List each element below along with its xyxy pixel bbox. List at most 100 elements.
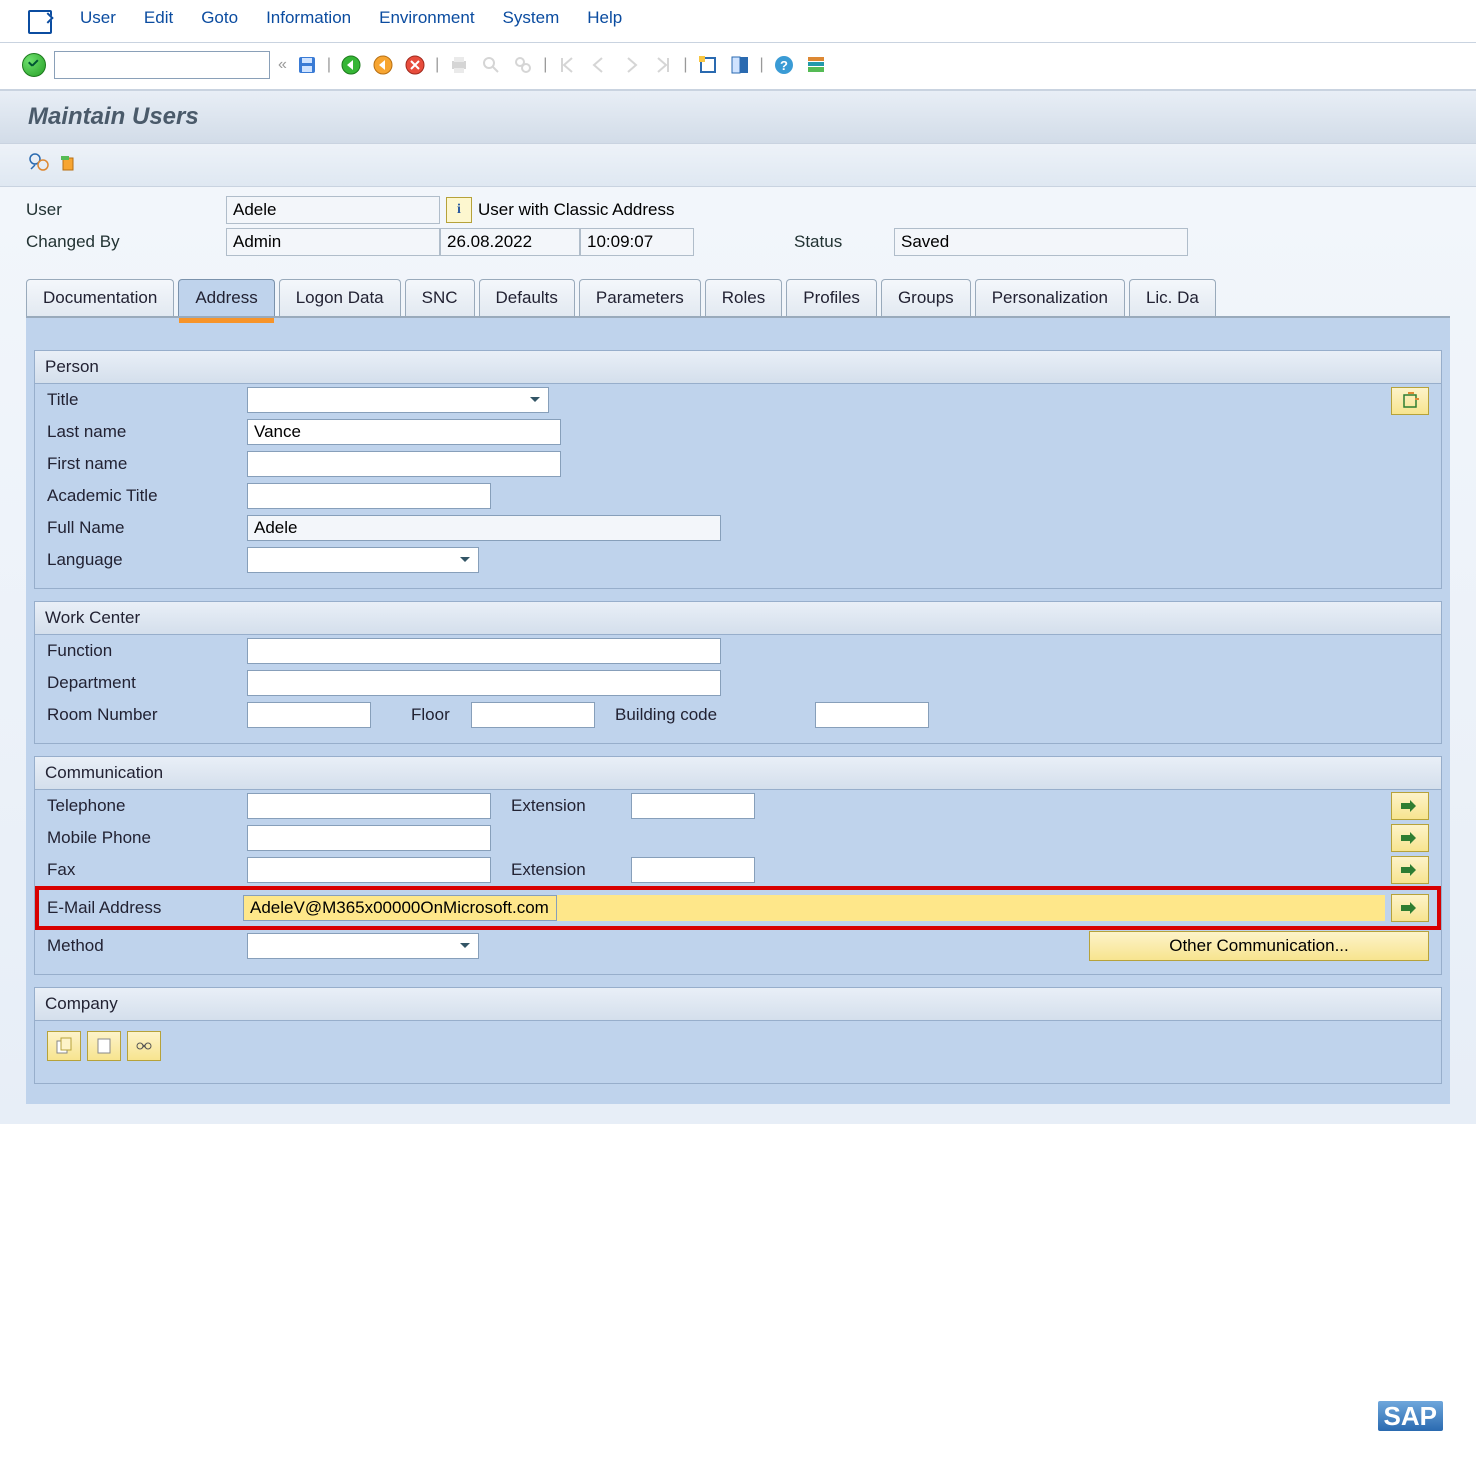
method-select[interactable] [247,933,479,959]
toolbar-sep: | [760,56,764,74]
generate-shortcut-icon[interactable] [728,53,752,77]
help-icon[interactable]: ? [772,53,796,77]
find-icon [479,53,503,77]
menu-environment[interactable]: Environment [379,8,474,32]
tel-extension-label: Extension [511,796,631,816]
department-field[interactable] [247,670,721,696]
tab-address[interactable]: Address [178,279,274,316]
enter-icon[interactable] [22,53,46,77]
menu-user[interactable]: User [80,8,116,32]
toolbar: « | | | | | ? [0,43,1476,90]
new-session-icon[interactable] [696,53,720,77]
menu-goto[interactable]: Goto [201,8,238,32]
other-user-icon[interactable] [56,151,80,175]
first-name-label: First name [47,454,247,474]
changed-time: 10:09:07 [580,228,694,256]
other-communication-button[interactable]: Other Communication... [1089,931,1429,961]
content-area: User Adele i User with Classic Address C… [0,187,1476,1124]
building-code-label: Building code [615,705,745,725]
layout-icon[interactable] [804,53,828,77]
language-label: Language [47,550,247,570]
mobile-field[interactable] [247,825,491,851]
tab-lic-data[interactable]: Lic. Da [1129,279,1216,316]
prev-page-icon [587,53,611,77]
group-company: Company [34,987,1442,1084]
user-value: Adele [226,196,440,224]
company-create-icon[interactable] [87,1031,121,1061]
tab-roles[interactable]: Roles [705,279,782,316]
tab-snc[interactable]: SNC [405,279,475,316]
fax-extension-field[interactable] [631,857,755,883]
full-name-label: Full Name [47,518,247,538]
expand-person-icon[interactable] [1391,387,1429,415]
back-icon[interactable] [339,53,363,77]
function-label: Function [47,641,247,661]
status-label: Status [794,232,894,252]
group-company-title: Company [35,988,1441,1021]
next-page-icon [619,53,643,77]
display-change-icon[interactable] [28,150,52,174]
toolbar-sep: | [543,56,547,74]
academic-title-field[interactable] [247,483,491,509]
tab-groups[interactable]: Groups [881,279,971,316]
title-select[interactable] [247,387,549,413]
exit-icon[interactable] [371,53,395,77]
menu-help[interactable]: Help [587,8,622,32]
telephone-label: Telephone [47,796,247,816]
fax-field[interactable] [247,857,491,883]
group-workcenter: Work Center Function Department Room Num… [34,601,1442,744]
last-name-label: Last name [47,422,247,442]
group-workcenter-title: Work Center [35,602,1441,635]
company-assign-icon[interactable] [127,1031,161,1061]
toolbar-sep: | [327,56,331,74]
email-more-icon[interactable] [1391,894,1429,922]
language-select[interactable] [247,547,479,573]
company-copy-icon[interactable] [47,1031,81,1061]
method-label: Method [47,936,247,956]
tab-defaults[interactable]: Defaults [479,279,575,316]
tab-body: Person Title Last name First name Academ… [26,318,1450,1104]
classic-address-text: User with Classic Address [478,200,675,220]
tab-logon-data[interactable]: Logon Data [279,279,401,316]
room-number-field[interactable] [247,702,371,728]
tab-profiles[interactable]: Profiles [786,279,877,316]
building-code-field[interactable] [815,702,929,728]
fax-more-icon[interactable] [1391,856,1429,884]
title-label: Title [47,390,247,410]
first-page-icon [555,53,579,77]
floor-label: Floor [411,705,471,725]
sub-toolbar [0,144,1476,187]
mobile-more-icon[interactable] [1391,824,1429,852]
menu-edit[interactable]: Edit [144,8,173,32]
floor-field[interactable] [471,702,595,728]
first-name-field[interactable] [247,451,561,477]
cancel-icon[interactable] [403,53,427,77]
save-icon[interactable] [295,53,319,77]
group-communication: Communication Telephone Extension Mobile… [34,756,1442,975]
sap-logo: SAP [1377,1400,1444,1433]
telephone-more-icon[interactable] [1391,792,1429,820]
email-field[interactable] [243,895,557,921]
room-number-label: Room Number [47,705,247,725]
function-field[interactable] [247,638,721,664]
command-field[interactable] [54,51,270,79]
email-label: E-Mail Address [47,898,243,918]
menu-system[interactable]: System [503,8,560,32]
tab-parameters[interactable]: Parameters [579,279,701,316]
tel-extension-field[interactable] [631,793,755,819]
fax-label: Fax [47,860,247,880]
find-next-icon [511,53,535,77]
tab-personalization[interactable]: Personalization [975,279,1125,316]
telephone-field[interactable] [247,793,491,819]
info-icon[interactable]: i [446,197,472,223]
user-label: User [26,200,226,220]
menu-information[interactable]: Information [266,8,351,32]
mobile-label: Mobile Phone [47,828,247,848]
print-icon [447,53,471,77]
last-page-icon [651,53,675,77]
last-name-field[interactable] [247,419,561,445]
tab-documentation[interactable]: Documentation [26,279,174,316]
tabstrip: Documentation Address Logon Data SNC Def… [26,279,1450,318]
window-icon [28,10,52,34]
menubar: User Edit Goto Information Environment S… [0,0,1476,43]
